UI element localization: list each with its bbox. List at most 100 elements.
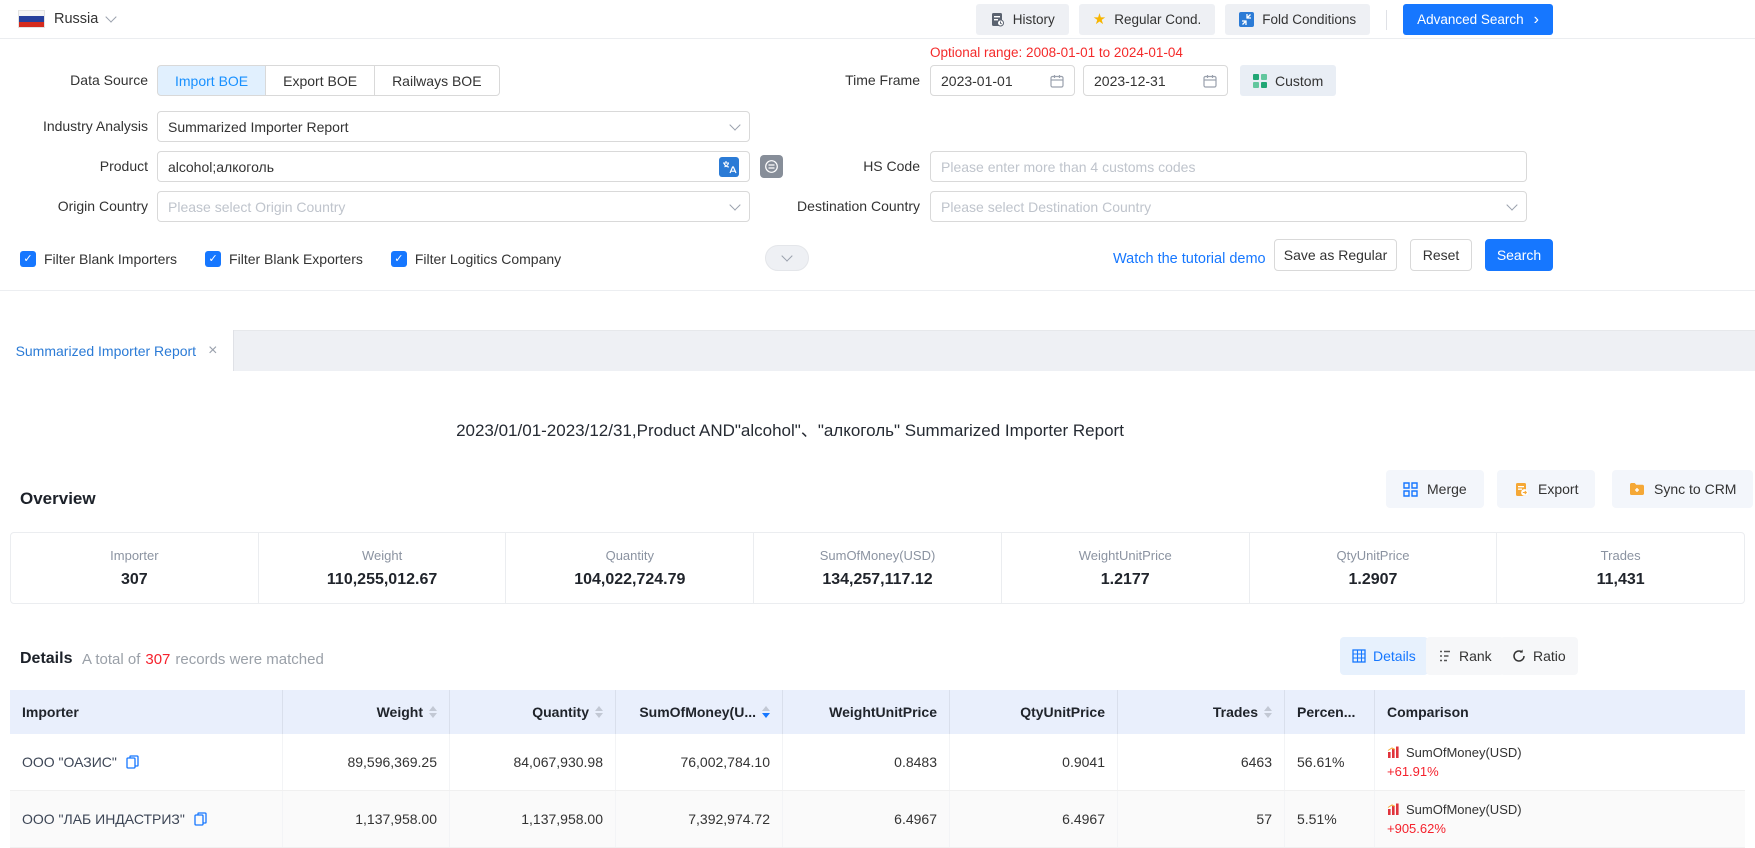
export-button[interactable]: Export <box>1497 470 1595 508</box>
comparison-cell: SumOfMoney(USD) +905.62% <box>1375 791 1745 847</box>
star-icon: ★ <box>1093 12 1106 27</box>
stat-value: 1.2177 <box>1101 571 1150 589</box>
stat-importer: Importer 307 <box>11 533 259 603</box>
filter-blank-importers-checkbox[interactable]: ✓ Filter Blank Importers <box>20 251 177 267</box>
regular-cond-button[interactable]: ★ Regular Cond. <box>1079 4 1216 35</box>
fold-conditions-button[interactable]: Fold Conditions <box>1225 4 1370 35</box>
russia-flag-icon <box>18 10 45 28</box>
quantity-cell: 1,137,958.00 <box>450 791 616 847</box>
data-source-railways-boe[interactable]: Railways BOE <box>374 65 499 96</box>
save-as-regular-button[interactable]: Save as Regular <box>1274 239 1397 271</box>
data-source-segmented: Import BOE Export BOE Railways BOE <box>157 65 500 96</box>
importer-name[interactable]: ООО "ОАЗИС" <box>22 754 117 770</box>
percent-cell: 5.51% <box>1285 791 1375 847</box>
calendar-icon <box>1203 74 1217 88</box>
details-table: Importer Weight Quantity SumOfMoney(U...… <box>10 690 1745 848</box>
stat-value: 1.2907 <box>1348 571 1397 589</box>
tab-summarized-importer-report[interactable]: Summarized Importer Report × <box>0 330 234 371</box>
weight-cell: 1,137,958.00 <box>283 791 450 847</box>
time-frame-to-input[interactable]: 2023-12-31 <box>1083 65 1228 96</box>
stat-label: Trades <box>1601 548 1641 563</box>
topbar: Russia History ★ Regular Cond. Fold Cond… <box>0 0 1755 39</box>
filter-blank-exporters-checkbox[interactable]: ✓ Filter Blank Exporters <box>205 251 363 267</box>
col-weight[interactable]: Weight <box>283 690 450 734</box>
sort-icon[interactable] <box>1264 706 1272 718</box>
chevron-down-icon <box>1506 199 1517 210</box>
regular-cond-label: Regular Cond. <box>1114 12 1201 27</box>
hs-code-input[interactable] <box>930 151 1527 182</box>
collapse-conditions-button[interactable] <box>765 245 809 271</box>
quantity-cell: 84,067,930.98 <box>450 734 616 790</box>
col-comparison: Comparison <box>1375 690 1745 734</box>
view-rank-button[interactable]: Rank <box>1426 637 1504 675</box>
stat-value: 11,431 <box>1597 571 1645 589</box>
sort-icon[interactable] <box>595 706 603 718</box>
origin-country-select[interactable]: Please select Origin Country <box>157 191 750 222</box>
merge-label: Merge <box>1427 481 1467 497</box>
industry-analysis-label: Industry Analysis <box>0 111 148 142</box>
history-label: History <box>1013 12 1055 27</box>
stat-value: 134,257,117.12 <box>822 571 932 589</box>
page: Russia History ★ Regular Cond. Fold Cond… <box>0 0 1755 848</box>
view-details-button[interactable]: Details <box>1340 637 1428 675</box>
filter-logitics-company-label: Filter Logitics Company <box>415 251 561 267</box>
summary-suffix: records were matched <box>175 651 323 668</box>
advanced-search-button[interactable]: Advanced Search › <box>1403 4 1553 35</box>
data-source-export-boe[interactable]: Export BOE <box>265 65 375 96</box>
hs-code-input-field[interactable] <box>941 159 1516 175</box>
product-input[interactable] <box>157 151 750 182</box>
sort-icon[interactable] <box>429 706 437 718</box>
data-source-import-boe[interactable]: Import BOE <box>157 65 266 96</box>
comparison-metric: SumOfMoney(USD) <box>1406 802 1522 817</box>
search-button[interactable]: Search <box>1485 239 1553 271</box>
importer-name[interactable]: ООО "ЛАБ ИНДАСТРИЗ" <box>22 811 185 827</box>
summary-count: 307 <box>140 651 175 668</box>
destination-country-label: Destination Country <box>756 191 920 222</box>
view-details-label: Details <box>1373 648 1416 664</box>
country-selector[interactable]: Russia <box>18 0 115 38</box>
topbar-actions: History ★ Regular Cond. Fold Conditions … <box>976 4 1553 35</box>
overview-heading: Overview <box>20 489 96 509</box>
details-heading: Details <box>20 650 72 668</box>
product-input-field[interactable] <box>168 159 711 175</box>
history-button[interactable]: History <box>976 4 1069 35</box>
sum-of-money-cell: 7,392,974.72 <box>616 791 783 847</box>
custom-range-button[interactable]: Custom <box>1240 65 1336 96</box>
table-row: ООО "ЛАБ ИНДАСТРИЗ" 1,137,958.00 1,137,9… <box>10 791 1745 848</box>
filter-logitics-company-checkbox[interactable]: ✓ Filter Logitics Company <box>391 251 561 267</box>
sync-to-crm-button[interactable]: Sync to CRM <box>1612 470 1753 508</box>
bar-chart-icon[interactable] <box>1387 746 1400 759</box>
export-icon <box>1514 482 1529 497</box>
destination-country-select[interactable]: Please select Destination Country <box>930 191 1527 222</box>
tab-strip <box>0 330 1755 371</box>
stat-label: Importer <box>110 548 158 563</box>
country-label: Russia <box>54 11 98 27</box>
stat-sum-of-money: SumOfMoney(USD) 134,257,117.12 <box>754 533 1002 603</box>
col-trades[interactable]: Trades <box>1118 690 1285 734</box>
copy-icon[interactable] <box>126 755 139 769</box>
sort-icon-active-desc[interactable] <box>762 706 770 718</box>
bar-chart-icon[interactable] <box>1387 803 1400 816</box>
time-frame-label: Time Frame <box>756 65 920 96</box>
reset-button[interactable]: Reset <box>1410 239 1472 271</box>
details-summary: A total of307records were matched <box>82 651 324 668</box>
tutorial-demo-link[interactable]: Watch the tutorial demo <box>1113 245 1266 273</box>
industry-analysis-select[interactable]: Summarized Importer Report <box>157 111 750 142</box>
col-quantity[interactable]: Quantity <box>450 690 616 734</box>
chevron-down-icon <box>106 11 117 22</box>
translate-icon[interactable] <box>719 157 739 177</box>
col-percent: Percen... <box>1285 690 1375 734</box>
origin-country-placeholder: Please select Origin Country <box>168 199 723 215</box>
view-ratio-button[interactable]: Ratio <box>1500 637 1578 675</box>
sum-of-money-cell: 76,002,784.10 <box>616 734 783 790</box>
custom-label: Custom <box>1275 73 1323 89</box>
stat-label: QtyUnitPrice <box>1336 548 1409 563</box>
close-icon[interactable]: × <box>208 343 217 359</box>
hs-code-label: HS Code <box>756 151 920 182</box>
col-sum-of-money[interactable]: SumOfMoney(U... <box>616 690 783 734</box>
copy-icon[interactable] <box>194 812 207 826</box>
trades-cell: 6463 <box>1118 734 1285 790</box>
merge-button[interactable]: Merge <box>1386 470 1484 508</box>
qty-unit-price-cell: 0.9041 <box>950 734 1118 790</box>
time-frame-from-input[interactable]: 2023-01-01 <box>930 65 1075 96</box>
